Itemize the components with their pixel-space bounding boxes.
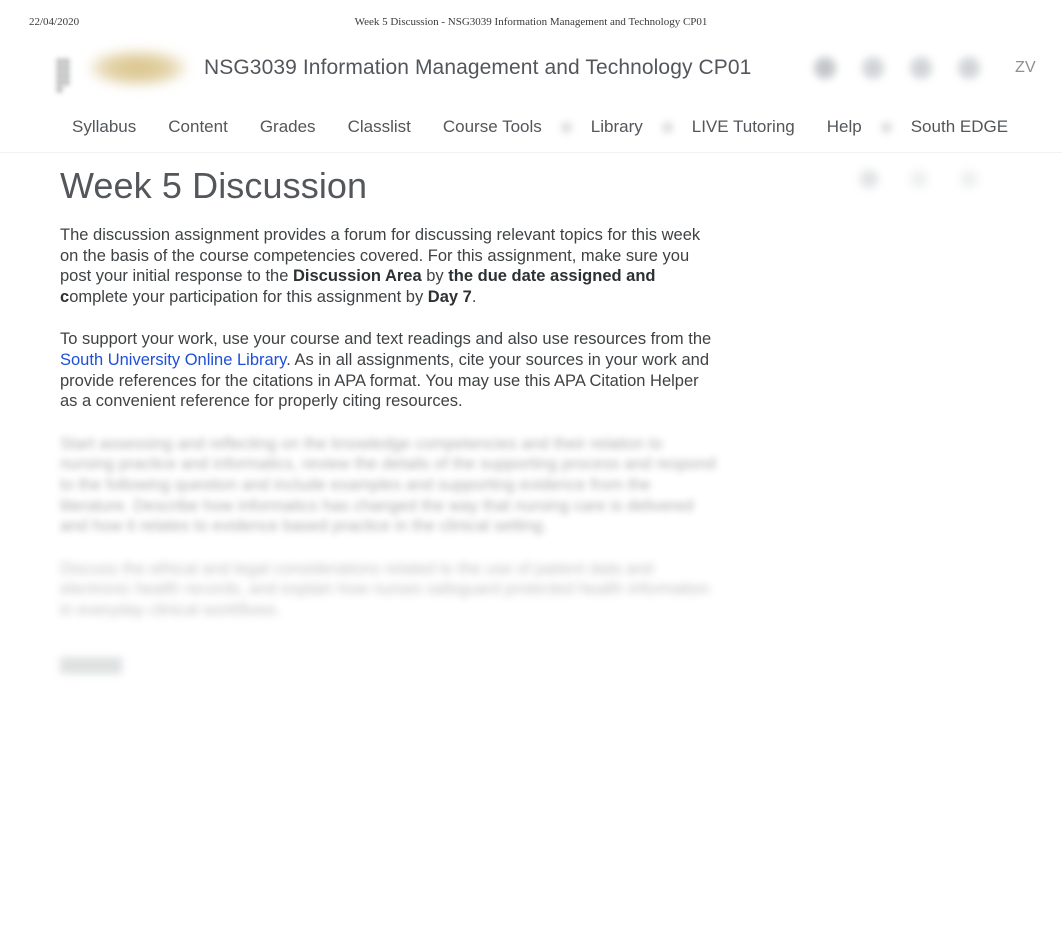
settings-icon[interactable] [907, 167, 931, 191]
brand-left-group: NSG3039 Information Management and Techn… [56, 34, 751, 102]
nav-item-classlist[interactable]: Classlist [332, 117, 427, 137]
page-action-icons [844, 167, 994, 191]
nav-item-south-edge[interactable]: South EDGE [895, 117, 1024, 137]
profile-icon[interactable] [955, 55, 982, 81]
p1-bold-day7: Day 7 [427, 287, 472, 306]
paragraph-assignment-overview: The discussion assignment provides a for… [60, 225, 720, 307]
print-header: 22/04/2020 Week 5 Discussion - NSG3039 I… [0, 0, 1062, 34]
course-title: NSG3039 Information Management and Techn… [204, 56, 752, 79]
nav-item-help[interactable]: Help [811, 117, 878, 137]
main-content: Week 5 Discussion The discussion assignm… [0, 153, 1062, 679]
chevron-down-icon[interactable] [558, 119, 574, 135]
p1-text-4: . [471, 287, 477, 306]
nav-list: Syllabus Content Grades Classlist Course… [56, 102, 1024, 152]
message-icon[interactable] [859, 55, 886, 81]
bell-icon[interactable] [811, 55, 838, 81]
print-page-title: Week 5 Discussion - NSG3039 Information … [354, 16, 708, 28]
brand-right-group: ZV [801, 34, 1036, 102]
chevron-down-icon[interactable] [659, 119, 675, 135]
nav-item-course-tools[interactable]: Course Tools [427, 117, 558, 137]
nav-item-content[interactable]: Content [152, 117, 244, 137]
nav-item-syllabus[interactable]: Syllabus [56, 117, 152, 137]
nav-item-library[interactable]: Library [575, 117, 659, 137]
nav-item-grades[interactable]: Grades [244, 117, 332, 137]
subscription-icon[interactable] [907, 55, 934, 81]
brand-bar: NSG3039 Information Management and Techn… [0, 34, 1062, 102]
p2-text-1: To support your work, use your course an… [60, 330, 712, 349]
paragraph-resources: To support your work, use your course an… [60, 329, 720, 411]
p1-bold-discussion-area: Discussion Area [292, 267, 422, 286]
south-university-online-library-link[interactable]: South University Online Library [60, 351, 286, 369]
reply-button[interactable] [60, 656, 122, 674]
chevron-down-icon[interactable] [878, 119, 894, 135]
paragraph-blurred-secondary: Discuss the ethical and legal considerat… [60, 559, 710, 619]
waffle-grid-icon[interactable] [56, 58, 76, 92]
more-options-icon[interactable] [957, 167, 981, 191]
p1-text-3: omplete your participation for this assi… [69, 287, 428, 306]
discussion-instructions: The discussion assignment provides a for… [56, 225, 720, 679]
user-initials[interactable]: ZV [1015, 59, 1036, 77]
p1-text-2: by [421, 267, 449, 286]
nav-item-live-tutoring[interactable]: LIVE Tutoring [676, 117, 811, 137]
paragraph-blurred-prompt: Start assessing and reflecting on the kn… [60, 434, 716, 536]
course-navbar: Syllabus Content Grades Classlist Course… [0, 102, 1062, 153]
south-university-logo[interactable] [90, 50, 186, 86]
page-title-row: Week 5 Discussion [56, 153, 1006, 225]
page-title: Week 5 Discussion [60, 165, 368, 206]
print-icon[interactable] [857, 167, 881, 191]
